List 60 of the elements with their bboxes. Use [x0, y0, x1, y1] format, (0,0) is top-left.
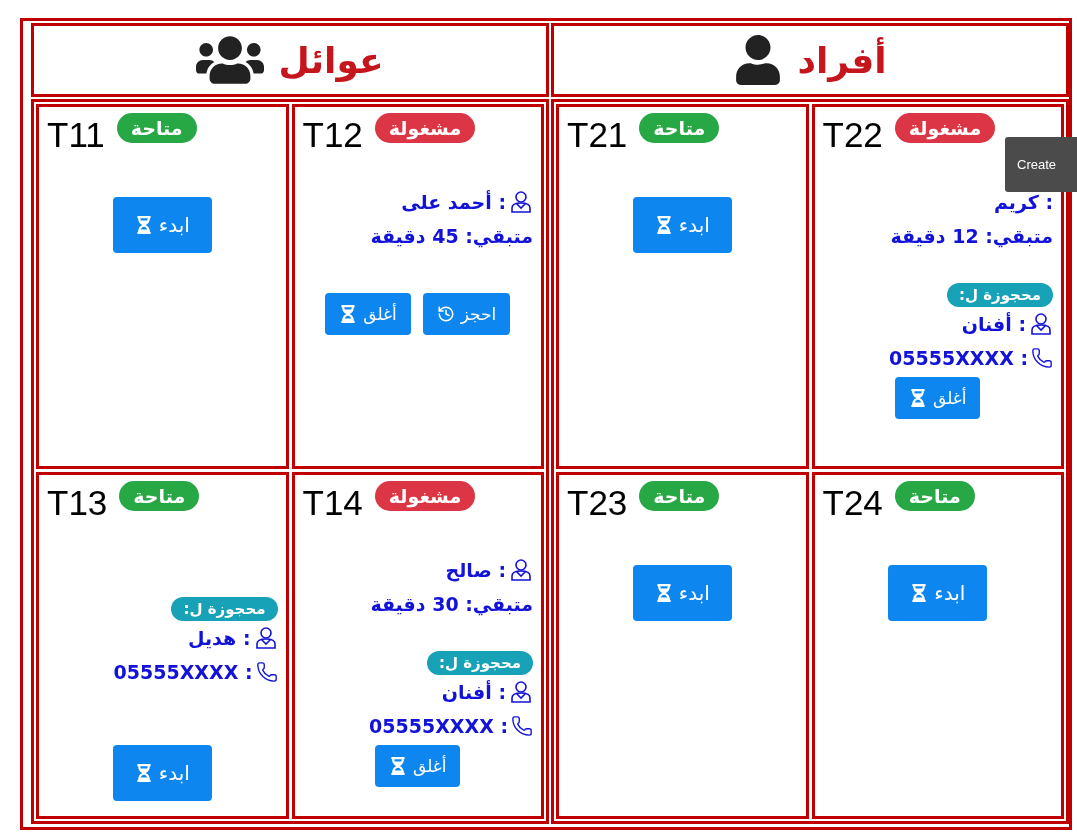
hourglass-icon — [339, 305, 358, 323]
reserved-name: : أفنان — [961, 311, 1026, 337]
table-name: T13 — [47, 482, 108, 524]
phone-icon — [511, 715, 533, 737]
reserved-badge: محجوزة ل: — [171, 597, 278, 621]
hourglass-icon — [654, 216, 673, 234]
remaining-time: متبقي: 30 دقيقة — [370, 592, 533, 618]
section-title: أفراد — [797, 39, 887, 81]
hourglass-icon — [389, 757, 408, 775]
hourglass-icon — [134, 764, 153, 782]
section-title: عوائل — [278, 39, 384, 81]
hourglass-icon — [910, 584, 929, 602]
close-button[interactable]: أغلق — [375, 745, 461, 787]
table-name: T22 — [822, 114, 883, 156]
table-name: T23 — [567, 482, 628, 524]
occupant-name: : أحمد على — [401, 189, 506, 215]
start-button[interactable]: ابدء — [112, 745, 212, 801]
remaining-time: متبقي: 12 دقيقة — [890, 224, 1053, 250]
close-button[interactable]: أغلق — [325, 293, 411, 335]
table-name: T21 — [567, 114, 628, 156]
phone-number: : 05555XXXX — [113, 660, 253, 685]
tooltip: Create — [1005, 137, 1077, 192]
phone-number: : 05555XXXX — [369, 714, 508, 739]
reserved-name: : هديل — [188, 626, 251, 651]
status-badge: مشغولة — [374, 113, 476, 143]
table-name: T12 — [302, 114, 363, 156]
close-button[interactable]: أغلق — [895, 377, 981, 419]
status-badge: متاحة — [639, 481, 720, 511]
table-name: T11 — [47, 114, 105, 156]
person-icon — [509, 558, 533, 582]
status-badge: متاحة — [639, 113, 720, 143]
start-button[interactable]: ابدء — [632, 565, 732, 621]
table-name: T24 — [822, 482, 883, 524]
occupant-name: : كريم — [993, 190, 1053, 216]
status-badge: متاحة — [116, 113, 197, 143]
occupant-name: : صالح — [445, 558, 506, 584]
start-button[interactable]: ابدء — [888, 565, 988, 621]
person-icon — [1029, 312, 1053, 336]
status-badge: مشغولة — [374, 481, 476, 511]
status-badge: مشغولة — [894, 113, 996, 143]
history-icon — [436, 305, 455, 323]
reserved-name: : أفنان — [441, 679, 506, 705]
status-badge: متاحة — [894, 481, 975, 511]
person-icon — [509, 680, 533, 704]
phone-icon — [255, 661, 278, 683]
start-button[interactable]: ابدء — [112, 197, 212, 253]
remaining-time: متبقي: 45 دقيقة — [370, 224, 533, 250]
phone-number: : 05555XXXX — [889, 346, 1028, 371]
reserved-badge: محجوزة ل: — [946, 283, 1053, 307]
hourglass-icon — [654, 584, 673, 602]
table-name: T14 — [302, 482, 363, 524]
start-button[interactable]: ابدء — [632, 197, 732, 253]
person-icon — [509, 190, 533, 214]
hourglass-icon — [134, 216, 153, 234]
phone-icon — [1031, 347, 1053, 369]
status-badge: متاحة — [119, 481, 200, 511]
reserved-badge: محجوزة ل: — [426, 651, 533, 675]
reserve-button[interactable]: احجز — [422, 293, 511, 335]
hourglass-icon — [909, 389, 928, 407]
person-icon — [253, 626, 278, 650]
